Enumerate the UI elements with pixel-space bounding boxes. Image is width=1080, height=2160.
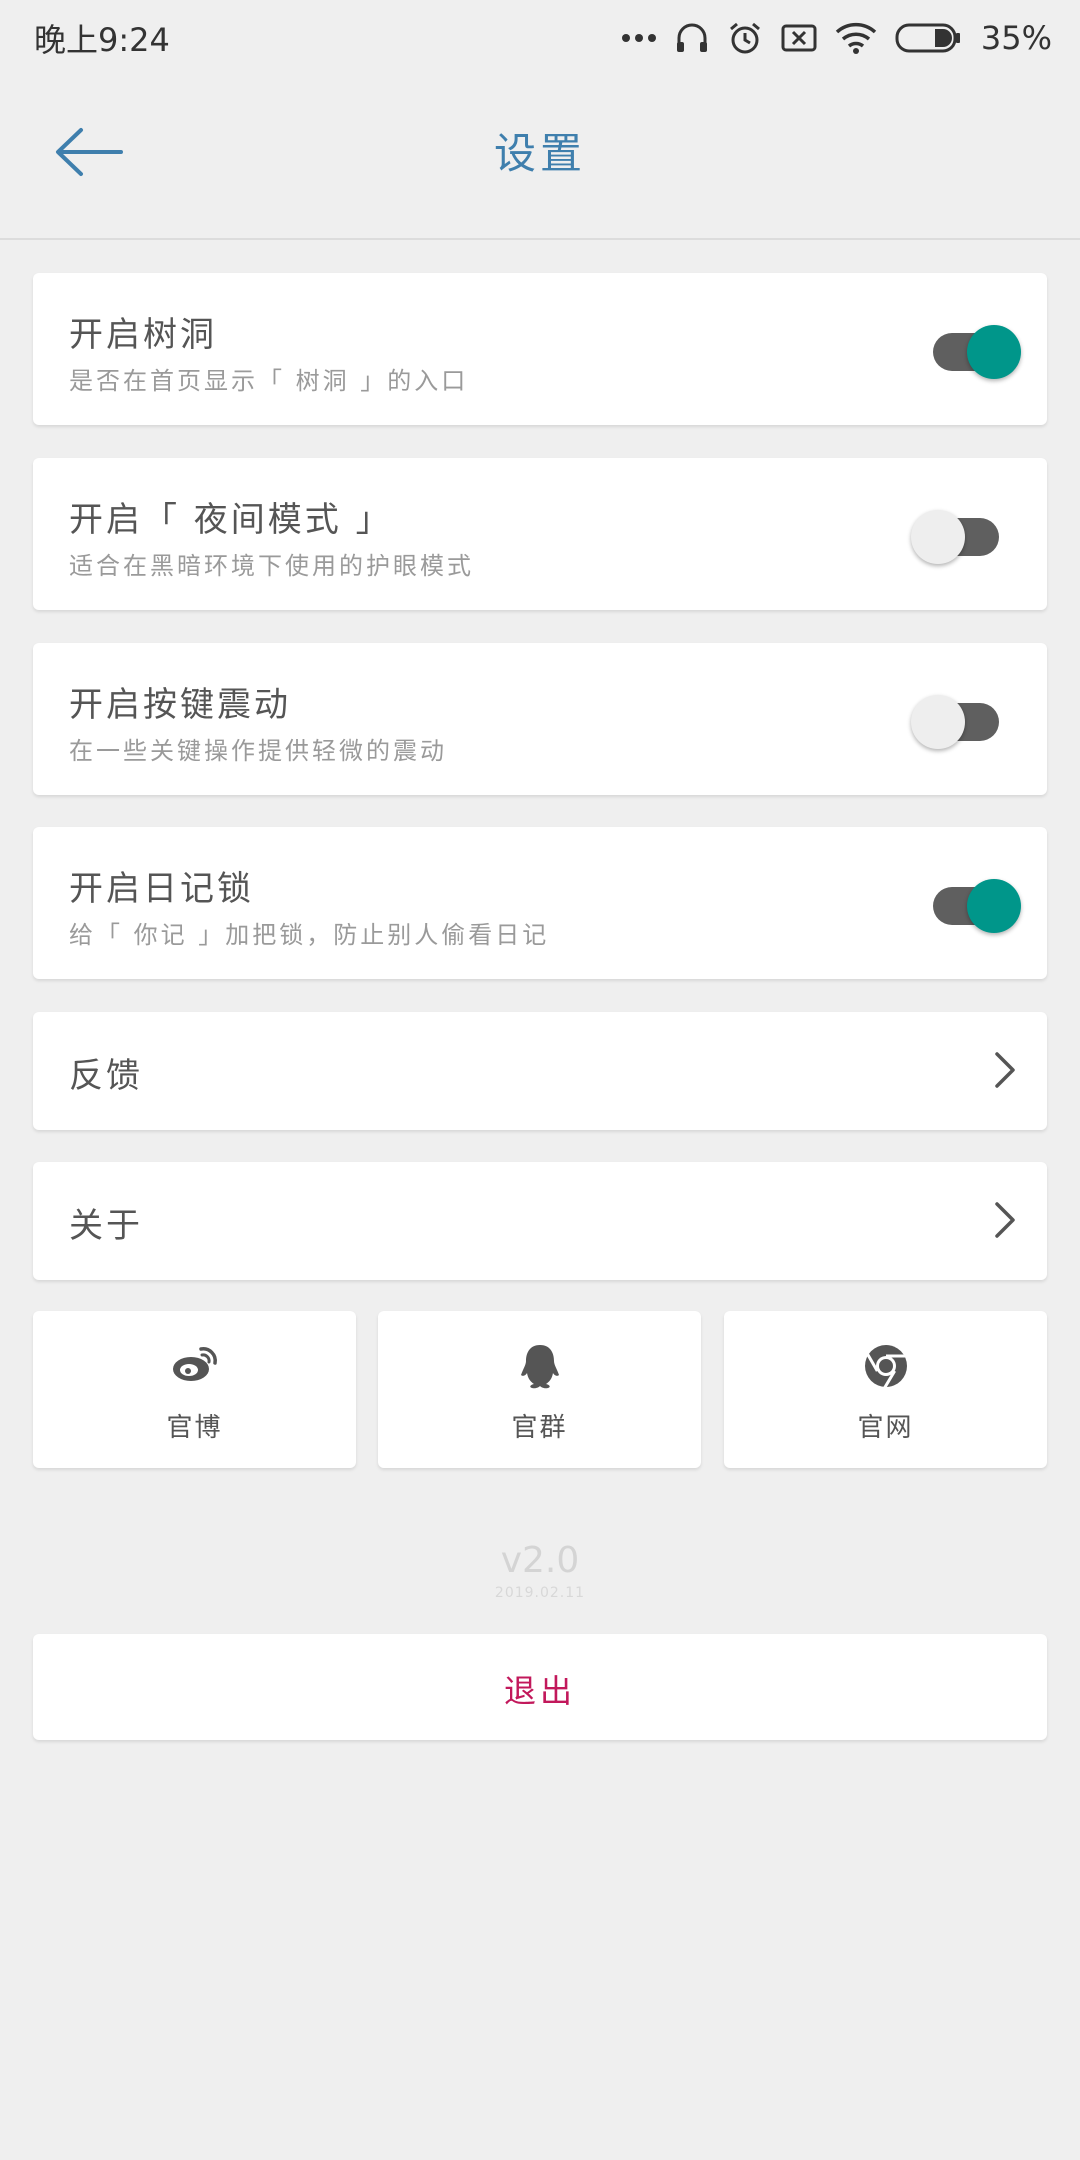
- setting-diary-lock: 开启日记锁 给「 你记 」加把锁，防止别人偷看日记: [33, 827, 1047, 979]
- headset-icon: [675, 20, 709, 56]
- setting-subtitle: 适合在黑暗环境下使用的护眼模式: [69, 552, 474, 580]
- chevron-right-icon: [993, 1050, 1017, 1094]
- setting-night-mode: 开启「 夜间模式 」 适合在黑暗环境下使用的护眼模式: [33, 458, 1047, 610]
- social-label: 官网: [857, 1413, 914, 1443]
- night-mode-switch[interactable]: [911, 510, 1003, 564]
- official-group-button[interactable]: 官群: [378, 1311, 701, 1468]
- social-label: 官群: [511, 1413, 568, 1443]
- official-website-button[interactable]: 官网: [724, 1311, 1047, 1468]
- feedback-row[interactable]: 反馈: [33, 1012, 1047, 1130]
- switch-thumb: [967, 325, 1021, 379]
- setting-key-vibration: 开启按键震动 在一些关键操作提供轻微的震动: [33, 643, 1047, 795]
- tree-hole-switch[interactable]: [933, 325, 1021, 379]
- chevron-right-icon: [993, 1200, 1017, 1244]
- setting-title: 开启日记锁: [69, 869, 254, 909]
- app-version: v2.0: [500, 1540, 580, 1581]
- status-time: 晚上9:24: [34, 21, 170, 59]
- qq-icon: [517, 1343, 563, 1393]
- weibo-icon: [171, 1343, 219, 1387]
- about-label: 关于: [69, 1206, 143, 1246]
- about-row[interactable]: 关于: [33, 1162, 1047, 1280]
- chrome-icon: [863, 1343, 909, 1393]
- status-bar: 晚上9:24 35%: [0, 0, 1080, 76]
- build-date: 2019.02.11: [494, 1585, 586, 1601]
- setting-title: 开启树洞: [69, 315, 217, 355]
- setting-title: 开启「 夜间模式 」: [69, 500, 393, 540]
- logout-label: 退出: [503, 1672, 576, 1710]
- switch-thumb: [911, 510, 965, 564]
- toolbar: 设置: [0, 76, 1080, 240]
- switch-thumb: [967, 879, 1021, 933]
- setting-subtitle: 给「 你记 」加把锁，防止别人偷看日记: [69, 921, 550, 949]
- alarm-icon: [727, 20, 763, 56]
- setting-title: 开启按键震动: [69, 685, 291, 725]
- feedback-label: 反馈: [69, 1056, 143, 1096]
- official-weibo-button[interactable]: 官博: [33, 1311, 356, 1468]
- more-dots-icon: [621, 33, 657, 43]
- battery-icon: [895, 23, 961, 53]
- battery-percent: 35%: [980, 19, 1052, 57]
- diary-lock-switch[interactable]: [933, 879, 1021, 933]
- setting-subtitle: 是否在首页显示「 树洞 」的入口: [69, 367, 469, 395]
- setting-tree-hole: 开启树洞 是否在首页显示「 树洞 」的入口: [33, 273, 1047, 425]
- social-label: 官博: [166, 1413, 223, 1443]
- wifi-icon: [835, 21, 877, 55]
- setting-subtitle: 在一些关键操作提供轻微的震动: [69, 737, 447, 765]
- switch-thumb: [911, 695, 965, 749]
- status-icons: 35%: [621, 19, 1052, 57]
- key-vibration-switch[interactable]: [911, 695, 1003, 749]
- logout-button[interactable]: 退出: [33, 1634, 1047, 1740]
- sim-disabled-icon: [781, 23, 817, 53]
- page-title: 设置: [493, 129, 586, 178]
